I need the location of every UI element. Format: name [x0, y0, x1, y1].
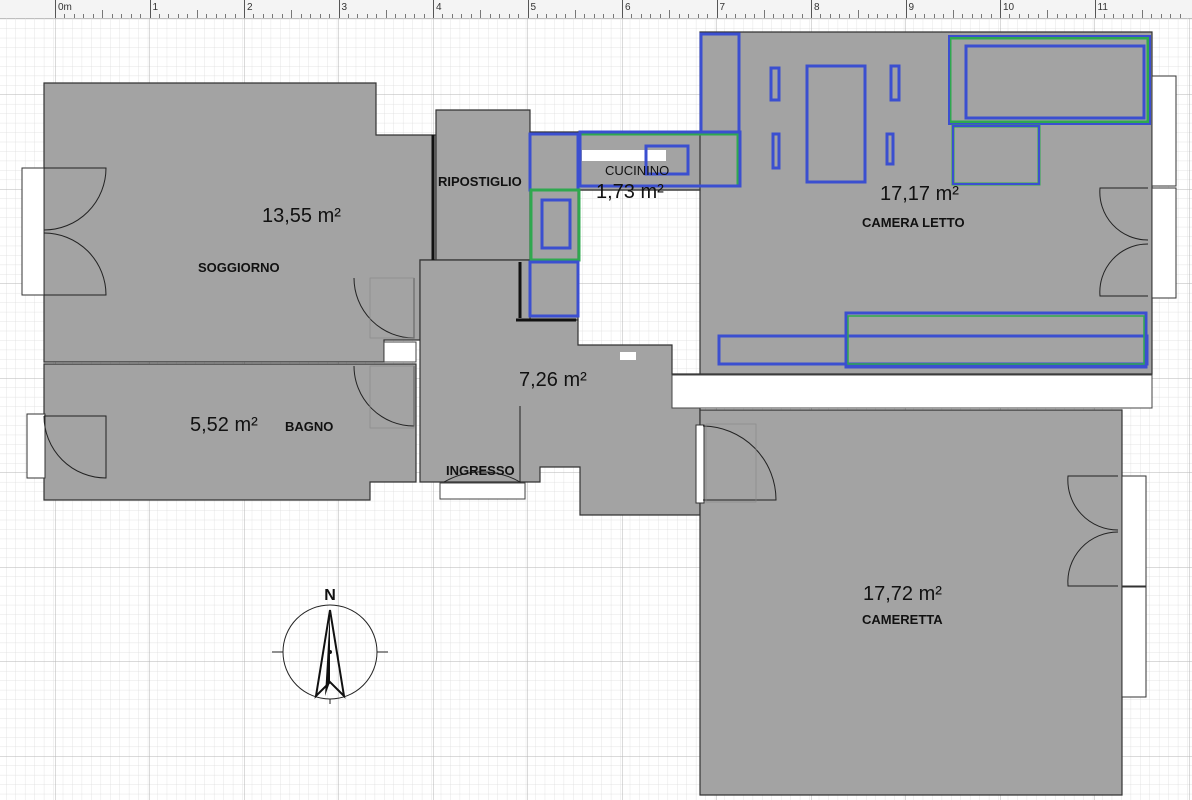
camera-letto-area: 17,17 m²	[880, 183, 959, 205]
ruler-tick	[811, 0, 812, 18]
window-cameretta-top	[1121, 475, 1147, 587]
compass-north-label: N	[324, 587, 336, 604]
ruler-label: 10	[1003, 2, 1015, 13]
ruler-label: 9	[908, 2, 915, 13]
floor-plan-canvas[interactable]: N 13,55 m² SOGGIORNO RIPOSTIGLIO CUCININ…	[0, 18, 1192, 800]
ruler-label: 8	[814, 2, 820, 13]
ruler-tick	[716, 0, 718, 18]
window-camera-letto-bottom	[1151, 187, 1177, 299]
ruler-minor-tick	[574, 10, 576, 18]
window-cameretta-door	[695, 424, 705, 504]
ruler-tick	[338, 0, 340, 18]
ruler-label: 4	[436, 2, 442, 13]
ruler-minor-tick	[480, 10, 482, 18]
ruler-tick	[1094, 0, 1096, 18]
ruler-label: 3	[341, 2, 348, 13]
soggiorno-name: SOGGIORNO	[198, 260, 280, 275]
ruler-minor-tick	[858, 10, 860, 18]
ingresso-area: 7,26 m²	[519, 369, 587, 391]
cameretta-name: CAMERETTA	[862, 612, 943, 627]
ruler-minor-tick	[1047, 10, 1049, 18]
ruler-tick	[244, 0, 245, 18]
ruler-tick	[433, 0, 434, 18]
ruler-minor-tick	[385, 10, 387, 18]
ruler-label: 2	[247, 2, 253, 13]
ruler-tick	[55, 0, 56, 18]
ruler-minor-tick	[763, 10, 765, 18]
window-bagno	[26, 413, 46, 479]
bagno-area: 5,52 m²	[190, 414, 258, 436]
soggiorno-area: 13,55 m²	[262, 205, 341, 227]
cucina-name: CUCININO	[605, 163, 669, 178]
ruler-minor-tick	[1141, 10, 1143, 18]
ruler-label: 6	[625, 2, 631, 13]
cucina-area: 1,73 m²	[596, 181, 664, 203]
window-soggiorno	[21, 167, 45, 296]
ruler-tick	[149, 0, 151, 18]
ruler: 0m 1 2 3 4 5 6 7 8 9 10 11	[0, 0, 1192, 19]
ingresso-name: INGRESSO	[446, 463, 515, 478]
ruler-label: 0m	[58, 2, 72, 13]
ruler-label: 1	[152, 2, 159, 13]
ruler-minor-tick	[102, 10, 104, 18]
bagno-name: BAGNO	[285, 419, 333, 434]
ruler-tick	[1000, 0, 1001, 18]
ruler-minor-tick	[196, 10, 198, 18]
ruler-minor-tick	[291, 10, 293, 18]
ripostiglio-name: RIPOSTIGLIO	[438, 174, 522, 189]
ruler-tick	[905, 0, 907, 18]
window-camera-letto-top	[1151, 75, 1177, 187]
cameretta-area: 17,72 m²	[863, 583, 942, 605]
ruler-tick	[527, 0, 529, 18]
ruler-label: 5	[530, 2, 537, 13]
ruler-minor-tick	[952, 10, 954, 18]
ruler-minor-tick	[669, 10, 671, 18]
ruler-tick	[622, 0, 623, 18]
camera-letto-name: CAMERA LETTO	[862, 215, 965, 230]
ruler-label: 11	[1097, 2, 1108, 13]
window-cameretta-bottom	[1121, 586, 1147, 698]
ruler-label: 7	[719, 2, 726, 13]
